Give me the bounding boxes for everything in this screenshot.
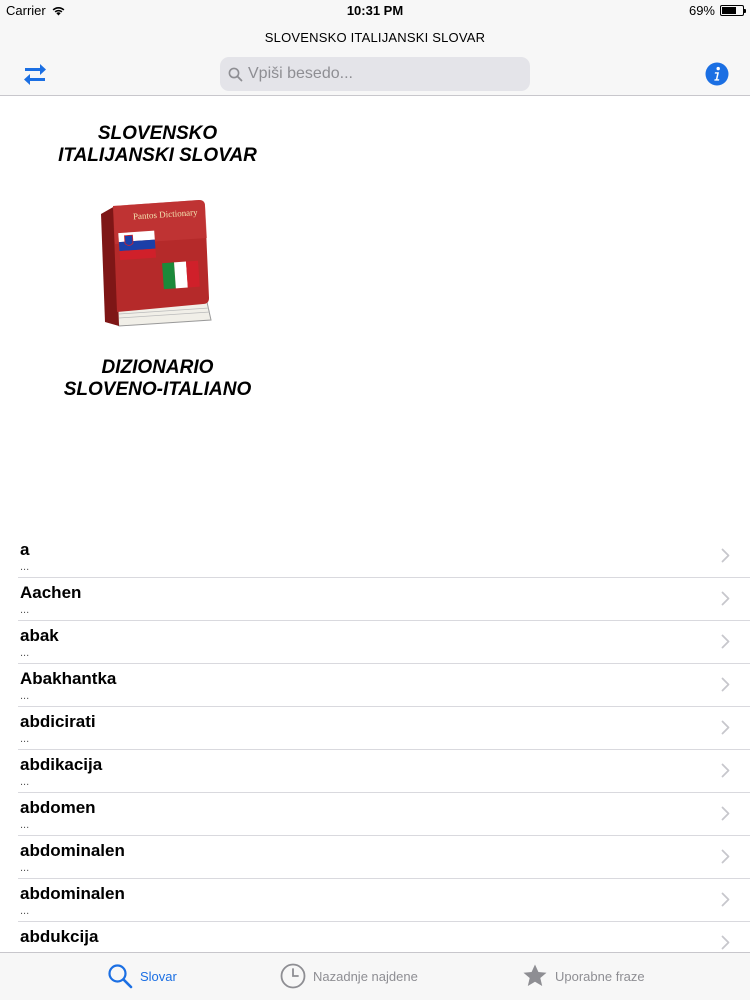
list-item[interactable]: a... [18, 535, 750, 578]
search-icon [228, 67, 243, 81]
list-item[interactable]: Aachen... [18, 578, 750, 621]
word-detail: ... [20, 561, 30, 573]
word-label: Aachen [20, 583, 82, 602]
star-icon [523, 964, 547, 986]
battery-percent: 69% [688, 3, 715, 18]
status-right: 69% [688, 3, 746, 18]
chevron-right-icon [721, 548, 730, 563]
list-item[interactable]: abak... [18, 621, 750, 664]
battery-fill [722, 7, 736, 14]
info-icon[interactable] [705, 62, 729, 86]
word-label: abdominalen [20, 884, 125, 903]
word-detail: ... [20, 604, 30, 616]
list-item[interactable]: abdomen... [18, 793, 750, 836]
word-detail: ... [20, 776, 30, 788]
status-time: 10:31 PM [346, 3, 404, 18]
word-label: abdikacija [20, 755, 103, 774]
dictionary-book-icon: Pantos Dictionary [101, 200, 212, 327]
word-label: a [20, 540, 30, 559]
tab-phrases[interactable]: Uporabne fraze [522, 963, 645, 989]
chevron-right-icon [721, 892, 730, 907]
tab-slovar[interactable]: Slovar [107, 963, 177, 989]
navigation-bar: SLOVENSKO ITALIJANSKI SLOVAR [0, 22, 750, 96]
chevron-right-icon [721, 935, 730, 950]
word-label: abdomen [20, 798, 96, 817]
hero-title-line: SLOVENSKO [97, 123, 218, 144]
word-label: abdominalen [20, 841, 125, 860]
slovenian-flag-icon [118, 230, 157, 261]
word-label: abak [20, 626, 59, 645]
clock-icon [280, 963, 306, 989]
list-item[interactable]: abdicirati... [18, 707, 750, 750]
list-item[interactable]: abdikacija... [18, 750, 750, 793]
list-item[interactable]: abdominalen... [18, 836, 750, 879]
list-item[interactable]: Abakhantka... [18, 664, 750, 707]
word-detail: ... [20, 819, 30, 831]
hero-title-line: DIZIONARIO [101, 357, 214, 378]
app-window: Carrier 10:31 PM 69% SLOVENSKO ITALIJANS… [0, 0, 750, 1000]
tab-phrases-label: Uporabne fraze [555, 968, 645, 984]
word-detail: ... [20, 690, 30, 702]
hero-title-italian: DIZIONARIO SLOVENO-ITALIANO [40, 357, 275, 401]
word-detail: ... [20, 733, 30, 745]
chevron-right-icon [721, 849, 730, 864]
word-detail: ... [20, 862, 30, 874]
search-bar[interactable] [220, 57, 530, 91]
tab-bar: Slovar Nazadnje najdene Uporabne fraze [0, 952, 750, 1000]
chevron-right-icon [721, 806, 730, 821]
hero-title-line: SLOVENO-ITALIANO [63, 379, 252, 400]
word-label: abdicirati [20, 712, 96, 731]
chevron-right-icon [721, 634, 730, 649]
chevron-right-icon [721, 763, 730, 778]
battery-icon [720, 5, 746, 16]
chevron-right-icon [721, 720, 730, 735]
magnifier-icon [108, 964, 133, 989]
word-detail: ... [20, 647, 30, 659]
tab-recent-label: Nazadnje najdene [313, 968, 418, 984]
list-item[interactable]: abdukcija... [18, 922, 750, 952]
swap-arrows-icon[interactable] [22, 60, 48, 86]
word-label: Abakhantka [20, 669, 117, 688]
word-label: abdukcija [20, 927, 99, 946]
status-bar: Carrier 10:31 PM 69% [0, 0, 750, 22]
hero-title-line: ITALIJANSKI SLOVAR [58, 145, 257, 166]
italian-flag-icon [162, 260, 200, 290]
chevron-right-icon [721, 591, 730, 606]
word-detail: ... [20, 905, 30, 917]
word-list[interactable]: a... Aachen... abak... Abakhantka... abdicir… [0, 535, 750, 952]
nav-title: SLOVENSKO ITALIJANSKI SLOVAR [264, 30, 486, 45]
search-input[interactable] [248, 65, 518, 83]
tab-slovar-label: Slovar [140, 968, 177, 984]
hero-title-slovenian: SLOVENSKO ITALIJANSKI SLOVAR [40, 123, 275, 167]
tab-recent[interactable]: Nazadnje najdene [280, 963, 418, 989]
list-item[interactable]: abdominalen... [18, 879, 750, 922]
chevron-right-icon [721, 677, 730, 692]
